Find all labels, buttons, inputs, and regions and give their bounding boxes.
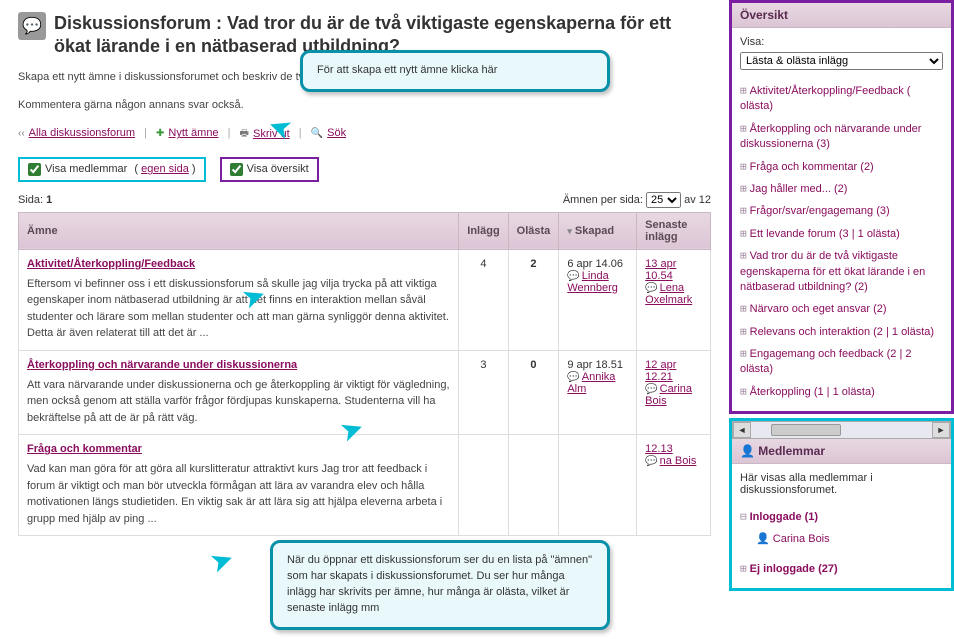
latest-date-link[interactable]: 12.13 bbox=[645, 443, 673, 455]
latest-cell: 12.13💬na Bois bbox=[637, 435, 711, 536]
latest-cell: 12 apr 12.21💬Carina Bois bbox=[637, 350, 711, 435]
search-link[interactable]: Sök bbox=[327, 127, 346, 139]
total-count: av 12 bbox=[684, 194, 711, 206]
per-page-select[interactable]: 25 bbox=[646, 192, 681, 208]
latest-date-link[interactable]: 12 apr 12.21 bbox=[645, 359, 676, 383]
latest-author-link[interactable]: na Bois bbox=[660, 455, 697, 467]
members-desc: Här visas alla medlemmar i diskussionsfo… bbox=[740, 472, 943, 496]
overview-item[interactable]: ⊞Engagemang och feedback (2 | 2 olästa) bbox=[740, 343, 943, 381]
bubble-icon: 💬 bbox=[645, 283, 657, 294]
member-item[interactable]: 👤 Carina Bois bbox=[740, 529, 943, 550]
col-created[interactable]: ▾ Skapad bbox=[559, 212, 637, 249]
logged-out-group[interactable]: ⊞Ej inloggade (27) bbox=[740, 558, 943, 580]
overview-item[interactable]: ⊞Aktivitet/Återkoppling/Feedback ( oläst… bbox=[740, 80, 943, 118]
page-value: 1 bbox=[46, 194, 52, 206]
posts-count: 4 bbox=[459, 249, 508, 350]
bubble-icon: 💬 bbox=[567, 372, 579, 383]
page-label: Sida: bbox=[18, 194, 43, 206]
topics-table: Ämne Inlägg Olästa ▾ Skapad Senaste inlä… bbox=[18, 212, 711, 537]
topic-excerpt: Vad kan man göra för att göra all kursli… bbox=[27, 461, 450, 527]
per-page-label: Ämnen per sida: bbox=[563, 194, 643, 206]
unread-count: 2 bbox=[508, 249, 559, 350]
all-forums-link[interactable]: Alla diskussionsforum bbox=[29, 127, 135, 139]
scrollbar[interactable]: ◄ ► bbox=[732, 421, 951, 439]
scroll-left-icon[interactable]: ◄ bbox=[733, 422, 751, 438]
own-page-link[interactable]: egen sida bbox=[141, 163, 189, 175]
show-overview-checkbox[interactable] bbox=[230, 163, 243, 176]
col-topic[interactable]: Ämne bbox=[19, 212, 459, 249]
table-row: Aktivitet/Återkoppling/FeedbackEftersom … bbox=[19, 249, 711, 350]
bubble-icon: 💬 bbox=[645, 456, 657, 467]
created-cell: 9 apr 18.51💬Annika Alm bbox=[559, 350, 637, 435]
topic-title-link[interactable]: Aktivitet/Återkoppling/Feedback bbox=[27, 258, 195, 270]
page-desc-2: Kommentera gärna någon annans svar också… bbox=[18, 97, 711, 114]
overview-item[interactable]: ⊞Relevans och interaktion (2 | 1 olästa) bbox=[740, 321, 943, 343]
show-members-checkbox[interactable] bbox=[28, 163, 41, 176]
overview-item[interactable]: ⊞Närvaro och eget ansvar (2) bbox=[740, 298, 943, 320]
created-cell: 6 apr 14.06💬Linda Wennberg bbox=[559, 249, 637, 350]
bubble-icon: 💬 bbox=[645, 384, 657, 395]
latest-cell: 13 apr 10.54💬Lena Oxelmark bbox=[637, 249, 711, 350]
unread-count: 0 bbox=[508, 350, 559, 435]
overview-filter-select[interactable]: Lästa & olästa inlägg bbox=[740, 52, 943, 70]
col-posts[interactable]: Inlägg bbox=[459, 212, 508, 249]
person-icon: 👤 bbox=[740, 444, 755, 458]
overview-title: Översikt bbox=[732, 3, 951, 28]
show-members-label: Visa medlemmar bbox=[45, 163, 127, 175]
overview-item[interactable]: ⊞Fråga och kommentar (2) bbox=[740, 156, 943, 178]
person-icon: 👤 bbox=[756, 533, 770, 545]
table-row: Återkoppling och närvarande under diskus… bbox=[19, 350, 711, 435]
callout-topic-list: När du öppnar ett diskussionsforum ser d… bbox=[270, 540, 610, 630]
overview-item[interactable]: ⊞Återkoppling (1 | 1 olästa) bbox=[740, 381, 943, 403]
overview-panel: Översikt Visa: Lästa & olästa inlägg ⊞Ak… bbox=[729, 0, 954, 414]
posts-count bbox=[459, 435, 508, 536]
print-icon: 🖶 bbox=[240, 126, 249, 143]
back-icon: ‹‹ bbox=[18, 128, 25, 139]
overview-item[interactable]: ⊞Ett levande forum (3 | 1 olästa) bbox=[740, 223, 943, 245]
posts-count: 3 bbox=[459, 350, 508, 435]
topic-title-link[interactable]: Återkoppling och närvarande under diskus… bbox=[27, 359, 297, 371]
topic-title-link[interactable]: Fråga och kommentar bbox=[27, 443, 142, 455]
overview-item[interactable]: ⊞Vad tror du är de två viktigaste egensk… bbox=[740, 245, 943, 298]
overview-show-label: Visa: bbox=[740, 36, 943, 48]
overview-item[interactable]: ⊞Jag håller med... (2) bbox=[740, 178, 943, 200]
show-overview-box: Visa översikt bbox=[220, 157, 319, 182]
overview-item[interactable]: ⊞Frågor/svar/engagemang (3) bbox=[740, 200, 943, 222]
callout-new-topic: För att skapa ett nytt ämne klicka här bbox=[300, 50, 610, 92]
unread-count bbox=[508, 435, 559, 536]
plus-icon: ✚ bbox=[156, 128, 164, 139]
scroll-right-icon[interactable]: ► bbox=[932, 422, 950, 438]
search-icon: 🔍 bbox=[311, 128, 323, 139]
new-topic-link[interactable]: Nytt ämne bbox=[168, 127, 218, 139]
created-cell bbox=[559, 435, 637, 536]
col-unread[interactable]: Olästa bbox=[508, 212, 559, 249]
table-row: Fråga och kommentar Vad kan man göra för … bbox=[19, 435, 711, 536]
forum-icon: 💬 bbox=[18, 12, 46, 40]
logged-in-group[interactable]: ⊟Inloggade (1) bbox=[740, 506, 943, 528]
members-title: 👤 Medlemmar bbox=[732, 439, 951, 464]
col-latest[interactable]: Senaste inlägg bbox=[637, 212, 711, 249]
show-members-box: Visa medlemmar ( egen sida ) bbox=[18, 157, 206, 182]
toolbar: ‹‹ Alla diskussionsforum | ✚ Nytt ämne |… bbox=[18, 126, 711, 143]
bubble-icon: 💬 bbox=[567, 271, 579, 282]
members-panel: ◄ ► 👤 Medlemmar Här visas alla medlemmar… bbox=[729, 418, 954, 591]
latest-date-link[interactable]: 13 apr 10.54 bbox=[645, 258, 676, 282]
scroll-thumb[interactable] bbox=[771, 424, 841, 436]
overview-item[interactable]: ⊞Återkoppling och närvarande under disku… bbox=[740, 118, 943, 156]
topic-excerpt: Att vara närvarande under diskussionerna… bbox=[27, 377, 450, 427]
show-overview-label: Visa översikt bbox=[247, 163, 309, 175]
